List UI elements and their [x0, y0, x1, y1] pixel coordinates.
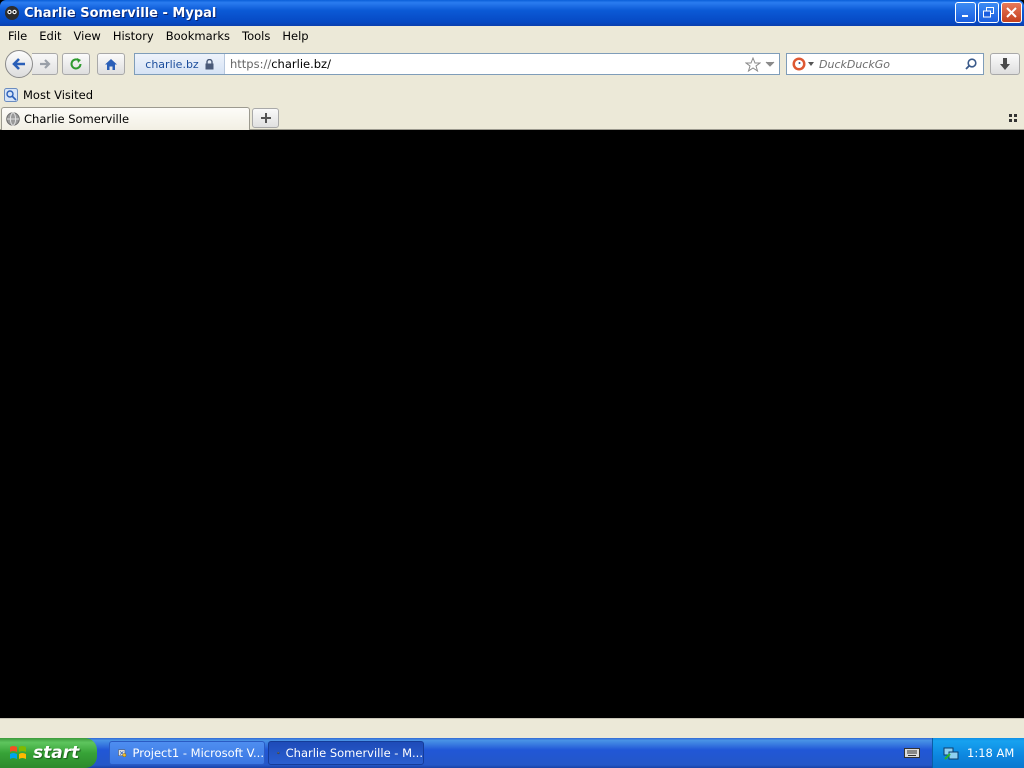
url-history-dropdown-icon[interactable]	[765, 61, 775, 67]
search-icon[interactable]	[965, 58, 977, 70]
tab-strip: Charlie Somerville	[0, 106, 1024, 130]
windows-taskbar: start Project1 - Microsoft V... Charlie …	[0, 738, 1024, 768]
menu-help[interactable]: Help	[276, 29, 314, 43]
search-input[interactable]: DuckDuckGo	[819, 58, 965, 71]
keyboard-icon[interactable]	[904, 747, 920, 759]
bookmark-label: Most Visited	[23, 88, 93, 102]
lock-icon	[205, 58, 214, 69]
download-arrow-icon	[1000, 58, 1010, 70]
page-content[interactable]	[0, 130, 1024, 718]
windows-logo-icon	[10, 746, 26, 759]
visual-basic-icon	[118, 749, 127, 757]
taskbar-item-project1[interactable]: Project1 - Microsoft V...	[109, 741, 265, 765]
downloads-button[interactable]	[990, 53, 1020, 75]
plus-icon	[260, 113, 271, 123]
bookmarks-toolbar: Most Visited	[0, 84, 1024, 106]
reload-button[interactable]	[62, 53, 90, 75]
menu-bookmarks[interactable]: Bookmarks	[160, 29, 236, 43]
url-bar[interactable]: charlie.bz https://charlie.bz/	[134, 53, 780, 75]
window-title: Charlie Somerville - Mypal	[24, 5, 217, 21]
menu-bar: File Edit View History Bookmarks Tools H…	[0, 26, 1024, 46]
list-all-tabs-icon[interactable]	[1008, 113, 1018, 123]
site-identity-button[interactable]: charlie.bz	[135, 54, 225, 74]
reload-icon	[70, 58, 82, 70]
new-tab-button[interactable]	[252, 108, 279, 128]
menu-tools[interactable]: Tools	[236, 29, 276, 43]
clock[interactable]: 1:18 AM	[967, 746, 1014, 760]
site-identity-label: charlie.bz	[145, 57, 199, 71]
url-host: charlie.bz/	[271, 57, 331, 71]
menu-file[interactable]: File	[2, 29, 33, 43]
mypal-app-icon	[5, 6, 19, 20]
bookmark-most-visited[interactable]: Most Visited	[4, 88, 93, 102]
window-titlebar[interactable]: Charlie Somerville - Mypal	[0, 0, 1024, 26]
bookmark-folder-icon	[4, 88, 18, 102]
restore-icon	[983, 7, 994, 18]
start-button[interactable]: start	[0, 738, 97, 768]
url-text[interactable]: https://charlie.bz/	[230, 57, 745, 71]
taskbar-item-label: Charlie Somerville - M...	[285, 746, 423, 760]
search-bar[interactable]: DuckDuckGo	[786, 53, 984, 75]
home-icon	[105, 58, 117, 70]
duckduckgo-icon	[792, 57, 806, 71]
chevron-down-icon	[808, 62, 814, 66]
search-engine-button[interactable]	[787, 57, 819, 71]
minimize-button[interactable]	[955, 2, 976, 23]
taskbar-item-mypal[interactable]: Charlie Somerville - M...	[268, 741, 424, 765]
navigation-toolbar: charlie.bz https://charlie.bz/ DuckDuckG…	[0, 46, 1024, 84]
status-bar	[0, 718, 1024, 738]
mypal-icon	[277, 751, 280, 755]
forward-button[interactable]	[32, 53, 58, 75]
back-button[interactable]	[5, 50, 33, 78]
network-icon[interactable]	[943, 745, 959, 761]
system-tray: 1:18 AM	[932, 738, 1024, 768]
taskbar-item-label: Project1 - Microsoft V...	[132, 746, 264, 760]
restore-button[interactable]	[978, 2, 999, 23]
back-arrow-icon	[12, 58, 25, 70]
menu-edit[interactable]: Edit	[33, 29, 67, 43]
close-icon	[1006, 7, 1017, 18]
globe-favicon-icon	[6, 112, 20, 126]
minimize-icon	[962, 15, 968, 17]
home-button[interactable]	[97, 53, 125, 75]
bookmark-star-icon[interactable]	[745, 56, 761, 72]
forward-arrow-icon	[39, 59, 51, 69]
menu-view[interactable]: View	[68, 29, 107, 43]
menu-history[interactable]: History	[107, 29, 160, 43]
url-scheme: https://	[230, 57, 272, 71]
tab-label: Charlie Somerville	[24, 112, 130, 126]
close-button[interactable]	[1001, 2, 1022, 23]
tab-charlie-somerville[interactable]: Charlie Somerville	[1, 107, 250, 130]
start-label: start	[33, 743, 80, 763]
